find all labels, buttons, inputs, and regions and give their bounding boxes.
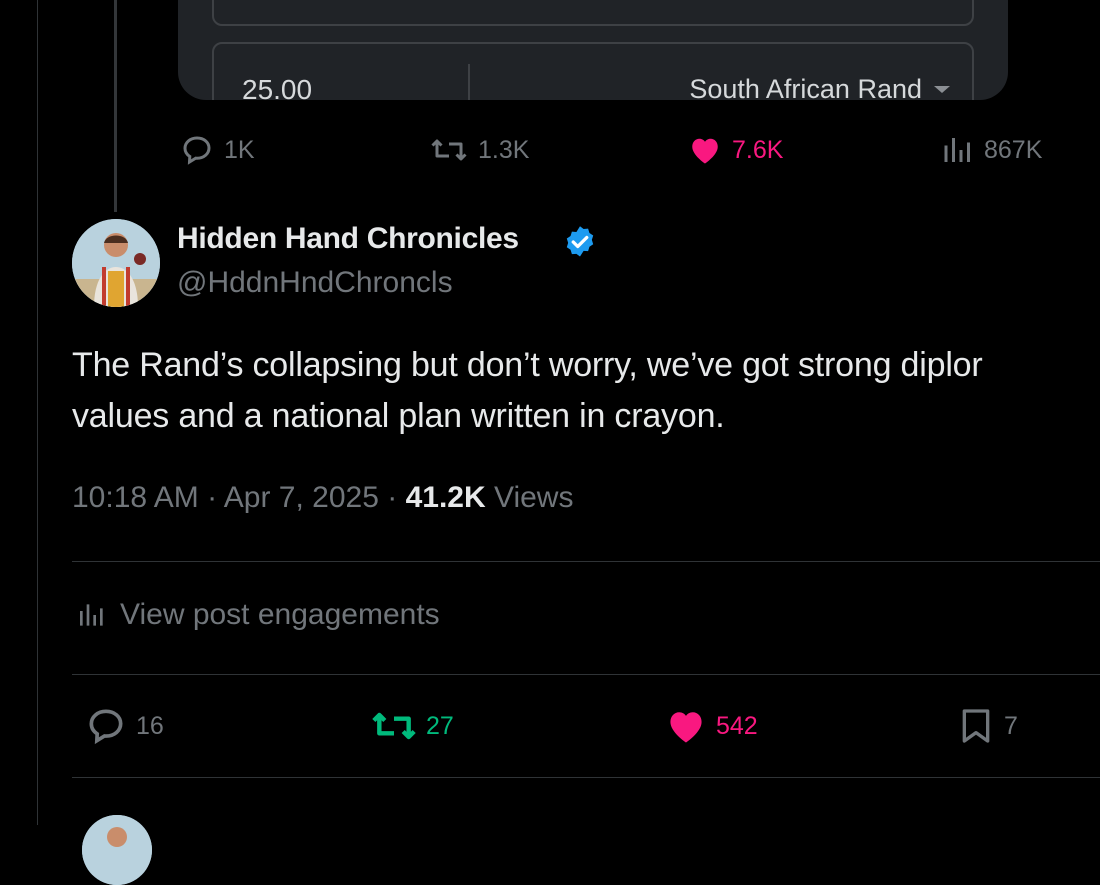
like-button[interactable]: 7.6K xyxy=(686,132,783,168)
view-engagements-link[interactable]: View post engagements xyxy=(76,598,440,632)
amount-value[interactable]: 25.00 xyxy=(242,74,312,100)
post-timestamp[interactable]: 10:18 AM · Apr 7, 2025 · 41.2K Views xyxy=(72,481,573,515)
like-count: 542 xyxy=(716,711,758,740)
reply-icon xyxy=(183,136,211,165)
like-button[interactable]: 542 xyxy=(664,704,758,748)
analytics-icon xyxy=(80,604,103,626)
post-time[interactable]: 10:18 AM xyxy=(72,481,199,514)
author-handle[interactable]: @HddnHndChroncls xyxy=(177,266,453,300)
repost-count: 27 xyxy=(426,711,454,740)
like-count: 7.6K xyxy=(732,135,784,164)
post-views-label: Views xyxy=(493,481,574,514)
converter-field-amount[interactable]: 25.00 South African Rand xyxy=(212,42,974,100)
reply-count: 1K xyxy=(224,135,255,164)
repost-icon xyxy=(431,139,467,161)
reply-icon xyxy=(89,709,123,745)
thread-connector-line xyxy=(114,0,117,212)
repost-button[interactable]: 27 xyxy=(370,704,454,748)
repost-count: 1.3K xyxy=(478,135,530,164)
bookmark-icon xyxy=(962,709,990,743)
post-text: The Rand’s collapsing but don’t worry, w… xyxy=(72,346,983,435)
divider xyxy=(72,674,1100,675)
repost-button[interactable]: 1.3K xyxy=(428,132,529,168)
divider xyxy=(72,561,1100,562)
bookmark-count: 7 xyxy=(1004,711,1018,740)
separator-dot: · xyxy=(387,481,406,514)
timeline-left-border xyxy=(37,0,38,825)
author-name[interactable]: Hidden Hand Chronicles xyxy=(177,222,519,256)
views-button[interactable]: 867K xyxy=(940,132,1042,168)
currency-select[interactable]: South African Rand xyxy=(689,74,922,100)
separator-dot: · xyxy=(207,481,224,514)
views-count: 867K xyxy=(984,135,1043,164)
repost-icon xyxy=(372,712,416,740)
analytics-icon xyxy=(944,138,970,162)
heart-icon xyxy=(670,712,702,743)
reply-button[interactable]: 1K xyxy=(178,132,255,168)
next-post-avatar[interactable] xyxy=(82,815,152,885)
view-engagements-label[interactable]: View post engagements xyxy=(120,598,440,632)
reply-count: 16 xyxy=(136,711,164,740)
post-views-count: 41.2K xyxy=(405,481,486,514)
verified-badge-icon xyxy=(562,224,598,265)
chevron-down-icon[interactable] xyxy=(934,86,950,93)
post-date[interactable]: Apr 7, 2025 xyxy=(224,481,379,514)
author-avatar[interactable] xyxy=(72,219,160,307)
converter-field-top[interactable] xyxy=(212,0,974,26)
reply-button[interactable]: 16 xyxy=(84,704,164,748)
divider xyxy=(72,777,1100,778)
heart-icon xyxy=(692,138,718,164)
field-divider xyxy=(468,64,470,100)
bookmark-button[interactable]: 7 xyxy=(956,704,1018,748)
currency-converter-card[interactable]: 25.00 South African Rand xyxy=(178,0,1008,100)
